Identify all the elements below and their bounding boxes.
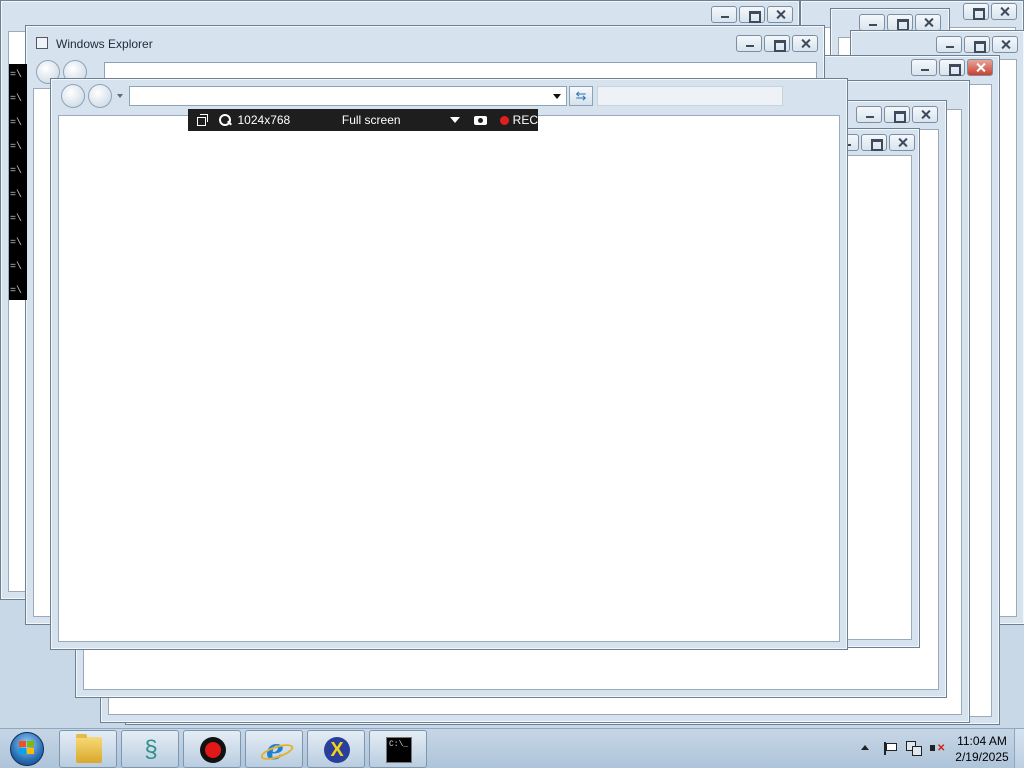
address-dropdown-icon[interactable] bbox=[553, 94, 561, 99]
console-line: =\ bbox=[10, 286, 23, 297]
close-button[interactable] bbox=[912, 106, 938, 123]
minimize-button[interactable] bbox=[936, 36, 962, 53]
taskbar-explorer[interactable] bbox=[59, 730, 117, 768]
console-line: =\ bbox=[10, 94, 23, 105]
close-button[interactable] bbox=[792, 35, 818, 52]
console-line: =\ bbox=[10, 70, 23, 81]
cmd-icon: C:\_ bbox=[386, 737, 412, 763]
record-icon bbox=[200, 737, 226, 763]
minimize-button[interactable] bbox=[711, 6, 737, 23]
capture-mode[interactable]: Full screen bbox=[342, 113, 440, 127]
minimize-button[interactable] bbox=[856, 106, 882, 123]
maximize-button[interactable] bbox=[884, 106, 910, 123]
maximize-button[interactable] bbox=[861, 134, 887, 151]
console-line: =\ bbox=[10, 118, 23, 129]
recording-toolbar: 1024x768 Full screen REC bbox=[188, 109, 538, 131]
maximize-button[interactable] bbox=[887, 14, 913, 31]
maximize-button[interactable] bbox=[939, 59, 965, 76]
taskbar-internet-explorer[interactable]: e bbox=[245, 730, 303, 768]
front-window[interactable]: ⇆ bbox=[50, 78, 848, 650]
maximize-button[interactable] bbox=[764, 35, 790, 52]
console-line: =\ bbox=[10, 190, 23, 201]
refresh-button[interactable]: ⇆ bbox=[569, 86, 593, 106]
close-button[interactable] bbox=[967, 59, 993, 76]
taskbar-command-prompt[interactable]: C:\_ bbox=[369, 730, 427, 768]
clock[interactable]: 11:04 AM 2/19/2025 bbox=[952, 733, 1012, 765]
minimize-button[interactable] bbox=[911, 59, 937, 76]
action-center-flag-icon[interactable] bbox=[884, 742, 897, 755]
windows-logo-icon bbox=[19, 741, 35, 755]
folder-icon bbox=[76, 734, 102, 763]
desktop: Windows Explorer ⇆ =\ =\ =\ =\ =\ =\ =\ … bbox=[0, 0, 1024, 728]
console-line: =\ bbox=[10, 238, 23, 249]
minimize-button[interactable] bbox=[859, 14, 885, 31]
clock-time: 11:04 AM bbox=[957, 734, 1007, 748]
x-icon: X bbox=[324, 737, 350, 763]
close-button[interactable] bbox=[767, 6, 793, 23]
console-line: =\ bbox=[10, 142, 23, 153]
ie-icon: e bbox=[262, 736, 288, 764]
network-icon[interactable] bbox=[906, 741, 922, 756]
zoom-icon[interactable] bbox=[218, 113, 232, 127]
maximize-button[interactable] bbox=[964, 36, 990, 53]
system-tray: 11:04 AM 2/19/2025 bbox=[834, 729, 1024, 768]
clock-date: 2/19/2025 bbox=[955, 750, 1009, 764]
dragon-icon: § bbox=[144, 736, 158, 763]
maximize-button[interactable] bbox=[739, 6, 765, 23]
capture-resolution: 1024x768 bbox=[237, 113, 291, 127]
minimize-button[interactable] bbox=[736, 35, 762, 52]
address-bar[interactable] bbox=[129, 86, 567, 106]
close-button[interactable] bbox=[992, 36, 1018, 53]
chevron-down-icon[interactable] bbox=[450, 117, 461, 123]
window-app-icon bbox=[36, 37, 48, 49]
console-output: =\ =\ =\ =\ =\ =\ =\ =\ =\ =\ bbox=[9, 64, 27, 300]
restore-icon[interactable] bbox=[196, 113, 210, 127]
volume-muted-icon[interactable] bbox=[930, 741, 946, 756]
close-button[interactable] bbox=[915, 14, 941, 31]
console-line: =\ bbox=[10, 214, 23, 225]
console-line: =\ bbox=[10, 166, 23, 177]
nav-dropdown-icon[interactable] bbox=[117, 94, 123, 98]
taskbar-recorder[interactable] bbox=[183, 730, 241, 768]
window-title: Windows Explorer bbox=[56, 37, 153, 51]
close-button[interactable] bbox=[889, 134, 915, 151]
taskbar-xming[interactable]: X bbox=[307, 730, 365, 768]
taskbar: § e X C:\_ 11:04 AM 2/19/2025 bbox=[0, 728, 1024, 768]
close-button[interactable] bbox=[991, 3, 1017, 20]
camera-icon[interactable] bbox=[474, 113, 488, 127]
back-button[interactable] bbox=[61, 84, 85, 108]
start-button[interactable] bbox=[4, 730, 50, 768]
forward-button[interactable] bbox=[88, 84, 112, 108]
record-button[interactable]: REC bbox=[513, 113, 538, 127]
show-desktop-button[interactable] bbox=[1014, 729, 1024, 768]
taskbar-kali[interactable]: § bbox=[121, 730, 179, 768]
show-hidden-icons-icon[interactable] bbox=[861, 745, 869, 750]
record-dot-icon[interactable] bbox=[499, 115, 509, 125]
maximize-button[interactable] bbox=[963, 3, 989, 20]
search-field[interactable] bbox=[597, 86, 783, 106]
console-line: =\ bbox=[10, 262, 23, 273]
